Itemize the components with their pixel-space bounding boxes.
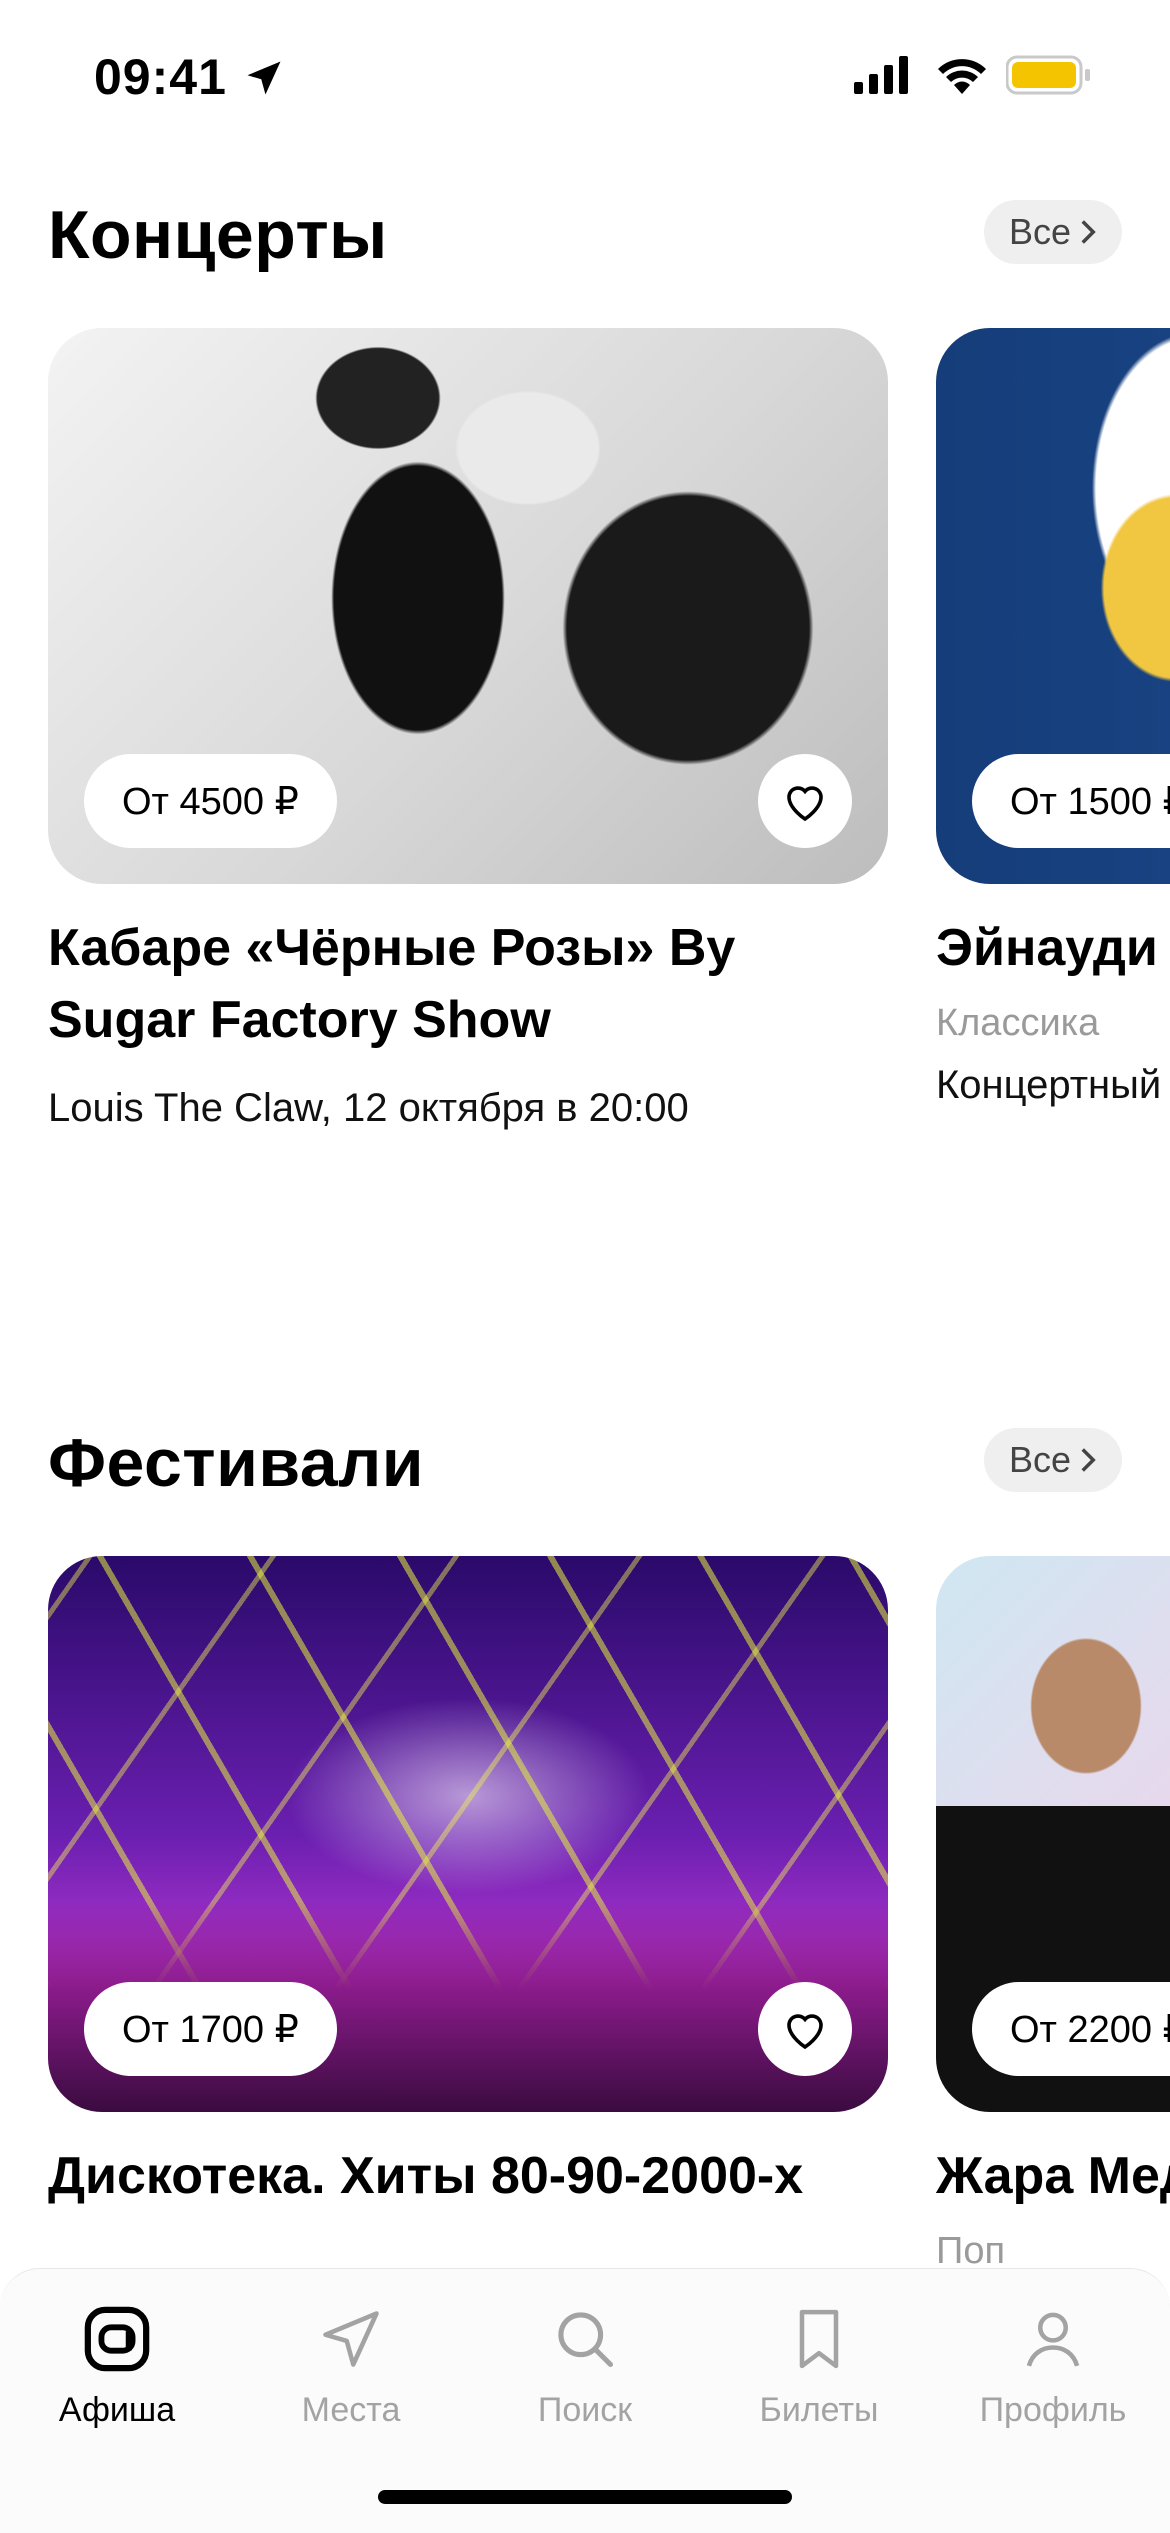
location-arrow-icon [242,56,286,105]
event-title: Эйнауди при свечах [936,919,1170,977]
event-title: Жара Меджик [936,2147,1170,2205]
event-genre: Классика [936,1002,1100,1044]
event-image: От 4500 ₽ [48,328,888,884]
favorite-button[interactable] [758,754,852,848]
navigation-arrow-icon [311,2299,391,2379]
all-button-label: Все [1008,211,1072,252]
wifi-icon [935,56,989,101]
all-button-label: Все [1008,1439,1072,1480]
event-image: От 2200 ₽ [936,1556,1170,2112]
tab-places[interactable]: Места [234,2299,468,2430]
concerts-carousel[interactable]: От 4500 ₽ Кабаре «Чёрные Розы» By Sugar … [0,328,1170,1228]
tab-tickets[interactable]: Билеты [702,2299,936,2430]
section-title-concerts: Концерты [48,197,388,273]
tab-label: Профиль [979,2391,1127,2429]
heart-icon [787,2014,823,2050]
status-bar: 09:41 [0,0,1170,150]
festivals-carousel[interactable]: От 1700 ₽ Дискотека. Хиты 80-90-2000-х О… [0,1556,1170,2268]
tab-label: Афиша [58,2391,176,2429]
festivals-all-button[interactable]: Все [984,1428,1122,1492]
event-image: От 1500 ₽ [936,328,1170,884]
price-badge: От 1500 ₽ [972,754,1170,848]
event-card[interactable]: От 4500 ₽ Кабаре «Чёрные Розы» By Sugar … [48,328,888,1131]
tab-label: Места [301,2391,401,2429]
home-indicator [378,2490,792,2504]
heart-icon [787,786,823,822]
cellular-signal-icon [854,56,914,101]
section-title-festivals: Фестивали [48,1425,425,1501]
afisha-icon [77,2299,157,2379]
event-meta: Концертный зал [936,1063,1170,1107]
concerts-all-button[interactable]: Все [984,200,1122,264]
event-meta: Louis The Claw, 12 октября в 20:00 [48,1086,689,1130]
battery-icon [1005,55,1092,100]
event-card[interactable]: От 1500 ₽ Эйнауди при свечах Классика Ко… [936,328,1170,1108]
tab-profile[interactable]: Профиль [936,2299,1170,2430]
event-card[interactable]: От 2200 ₽ Жара Меджик Поп [936,1556,1170,2268]
search-icon [545,2299,625,2379]
profile-icon [1013,2299,1093,2379]
tab-label: Поиск [537,2391,633,2429]
price-badge: От 4500 ₽ [84,754,337,848]
ticket-bookmark-icon [779,2299,859,2379]
event-image: От 1700 ₽ [48,1556,888,2112]
tab-afisha[interactable]: Афиша [0,2299,234,2430]
tab-search[interactable]: Поиск [468,2299,702,2430]
event-title: Кабаре «Чёрные Розы» By Sugar Factory Sh… [48,919,736,1049]
price-badge: От 1700 ₽ [84,1982,337,2076]
tab-label: Билеты [759,2391,879,2429]
favorite-button[interactable] [758,1982,852,2076]
event-title: Дискотека. Хиты 80-90-2000-х [48,2147,804,2205]
event-card[interactable]: От 1700 ₽ Дискотека. Хиты 80-90-2000-х [48,1556,888,2212]
chevron-right-icon [1081,220,1096,244]
price-badge: От 2200 ₽ [972,1982,1170,2076]
chevron-right-icon [1081,1448,1096,1472]
event-genre: Поп [936,2230,1006,2268]
status-time: 09:41 [94,49,227,105]
